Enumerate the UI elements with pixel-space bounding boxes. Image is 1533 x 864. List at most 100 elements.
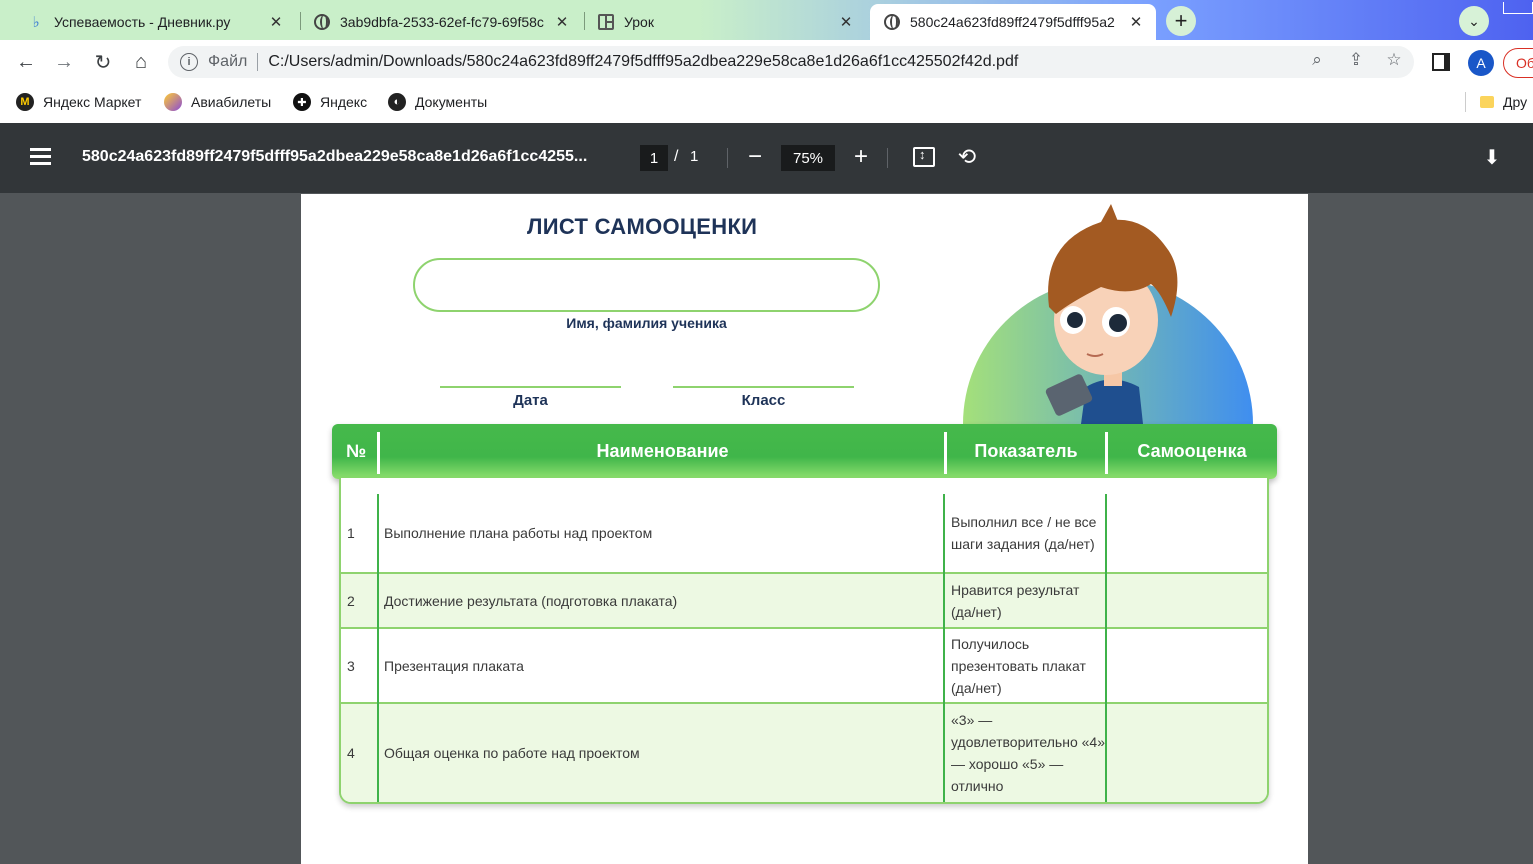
row-name: Достижение результата (подготовка плакат… (384, 592, 678, 609)
row-name: Выполнение плана работы над проектом (384, 525, 653, 541)
bookmark-label: Дру (1503, 94, 1528, 110)
tab-lesson[interactable]: Урок ✕ (584, 4, 866, 40)
row-indicator: Получилось презентовать плакат (да/нет) (951, 635, 1086, 696)
bookmarks-divider (1465, 92, 1466, 112)
browser-toolbar: ← → ↻ ⌂ i Файл C:/Users/admin/Downloads/… (0, 40, 1533, 84)
table-row: 3 Презентация плаката Получилось презент… (341, 629, 1267, 702)
col-number-header: № (345, 441, 367, 461)
update-button[interactable]: Об (1503, 48, 1533, 78)
toolbar-divider (727, 148, 728, 168)
page-separator: / (674, 148, 679, 165)
row-number: 3 (347, 657, 355, 674)
zoom-level-input[interactable]: 75% (781, 145, 835, 171)
col-indicator-header: Показатель (974, 441, 1078, 461)
close-icon[interactable]: ✕ (268, 14, 284, 31)
rotate-icon[interactable]: ⟲ (955, 143, 979, 171)
zoom-magnifier-icon[interactable]: ⌕ (1305, 48, 1329, 72)
bookmark-label: Документы (415, 94, 488, 110)
globe-icon (884, 14, 900, 30)
pdf-page: ЛИСТ САМООЦЕНКИ Имя, фамилия ученика Дат… (301, 194, 1308, 864)
address-divider (257, 53, 259, 71)
side-panel-icon[interactable] (1432, 53, 1450, 71)
zoom-out-icon[interactable]: − (745, 143, 765, 171)
grid-icon (598, 14, 614, 30)
bookmark-label: Яндекс (320, 94, 368, 110)
globe-icon (314, 14, 330, 30)
table-header: № Наименование Показатель Самооценка (332, 424, 1277, 479)
table-row: 1 Выполнение плана работы над проектом В… (341, 494, 1267, 572)
close-icon[interactable]: ✕ (554, 14, 570, 31)
page-number-input[interactable]: 1 (640, 145, 668, 171)
back-arrow-icon[interactable]: ← (12, 48, 40, 76)
bookmark-yandex[interactable]: ✚ Яндекс (293, 92, 367, 112)
address-scheme: Файл (208, 53, 248, 70)
table-row: 2 Достижение результата (подготовка плак… (341, 574, 1267, 627)
bookmarks-bar: M Яндекс Маркет Авиабилеты ✚ Яндекс ◐ До… (0, 84, 1533, 123)
info-icon[interactable]: i (180, 53, 198, 71)
date-line (440, 386, 621, 388)
toolbar-divider (887, 148, 888, 168)
student-name-field (413, 258, 880, 312)
window-restore-icon[interactable] (1503, 2, 1533, 14)
col-name-header: Наименование (596, 441, 729, 461)
column-divider (1105, 494, 1107, 802)
date-label: Дата (513, 392, 548, 409)
tab-guid[interactable]: 3ab9dbfa-2533-62ef-fc79-69f58c ✕ (300, 4, 582, 40)
tab-title: Урок (624, 14, 654, 30)
planet-icon (164, 93, 182, 111)
tab-title: Успеваемость - Дневник.ру (54, 14, 231, 30)
new-tab-button[interactable]: + (1166, 6, 1196, 36)
close-icon[interactable]: ✕ (838, 14, 854, 31)
bookmark-documents[interactable]: ◐ Документы (388, 92, 487, 112)
row-indicator: «3» — удовлетворительно «4» — хорошо «5»… (951, 712, 1105, 794)
boy-illustration (963, 204, 1253, 424)
reload-icon[interactable]: ↻ (89, 48, 117, 76)
row-indicator: Выполнил все / не все шаги задания (да/н… (951, 514, 1097, 552)
download-icon[interactable]: ⬇ (1480, 143, 1504, 171)
fit-to-page-icon[interactable] (913, 147, 935, 167)
student-name-label: Имя, фамилия ученика (566, 315, 727, 331)
boy-hair-tuft (1101, 204, 1119, 224)
class-label: Класс (741, 392, 786, 409)
column-divider (377, 494, 379, 802)
row-indicator: Нравится результат (да/нет) (951, 581, 1080, 620)
menu-icon[interactable] (30, 148, 51, 165)
row-name: Презентация плаката (384, 657, 524, 674)
bookmark-avia[interactable]: Авиабилеты (164, 92, 271, 112)
row-number: 4 (347, 745, 355, 761)
bookmark-star-icon[interactable]: ☆ (1382, 48, 1406, 72)
avatar[interactable]: A (1468, 50, 1494, 76)
tab-dnevnik[interactable]: ♭ Успеваемость - Дневник.ру ✕ (14, 4, 296, 40)
row-name: Общая оценка по работе над проектом (384, 745, 640, 761)
globe-icon: ✚ (293, 93, 311, 111)
yandex-market-icon: M (16, 93, 34, 111)
row-number: 2 (347, 592, 355, 609)
close-icon[interactable]: ✕ (1128, 14, 1144, 31)
table-row: 4 Общая оценка по работе над проектом «3… (341, 704, 1267, 802)
folder-icon (1480, 96, 1494, 108)
tab-pdf-active[interactable]: 580c24a623fd89ff2479f5dfff95a2 ✕ (870, 4, 1156, 40)
tab-strip: ♭ Успеваемость - Дневник.ру ✕ 3ab9dbfa-2… (0, 0, 1533, 40)
document-title: ЛИСТ САМООЦЕНКИ (527, 214, 758, 239)
forward-arrow-icon[interactable]: → (50, 48, 78, 76)
column-divider (943, 494, 945, 802)
bookmark-label: Яндекс Маркет (43, 94, 142, 110)
pdf-file-title: 580c24a623fd89ff2479f5dfff95a2dbea229e58… (82, 148, 588, 165)
bookmark-other-folder[interactable]: Дру (1480, 92, 1527, 112)
pdf-toolbar: 580c24a623fd89ff2479f5dfff95a2dbea229e58… (0, 123, 1533, 193)
address-bar[interactable]: i Файл C:/Users/admin/Downloads/580c24a6… (168, 46, 1414, 78)
zoom-in-icon[interactable]: + (850, 143, 872, 171)
address-url[interactable]: C:/Users/admin/Downloads/580c24a623fd89f… (268, 53, 1018, 71)
boy-pupil-left (1067, 312, 1083, 328)
tab-search-chevron-icon[interactable]: ⌄ (1459, 6, 1489, 36)
col-self-assessment-header: Самооценка (1137, 441, 1247, 461)
share-icon[interactable]: ⇪ (1344, 48, 1368, 72)
boy-body (1081, 379, 1143, 424)
tab-title: 580c24a623fd89ff2479f5dfff95a2 (910, 14, 1115, 30)
bookmark-label: Авиабилеты (191, 94, 272, 110)
home-icon[interactable]: ⌂ (127, 48, 155, 76)
row-number: 1 (347, 525, 355, 541)
bookmark-yandex-market[interactable]: M Яндекс Маркет (16, 92, 141, 112)
dnevnik-icon: ♭ (32, 14, 40, 31)
boy-pupil-right (1109, 314, 1127, 332)
